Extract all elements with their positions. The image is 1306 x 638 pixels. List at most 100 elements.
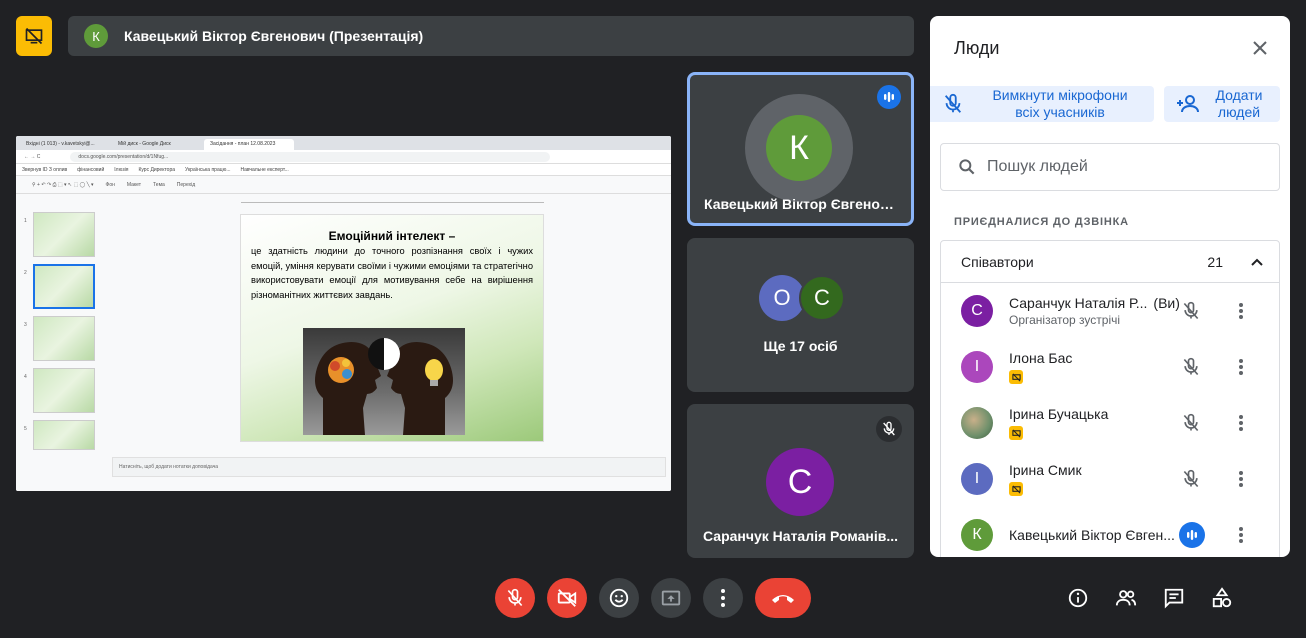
more-options-icon[interactable]: [1229, 355, 1253, 379]
avatar: К: [84, 24, 108, 48]
mic-off-icon: [876, 416, 902, 442]
hang-up-button[interactable]: [755, 578, 811, 618]
participant-info: Саранчук Наталія Р... (Ви) Організатор зу…: [1009, 295, 1184, 327]
add-person-icon: [1176, 92, 1200, 116]
info-icon[interactable]: [1066, 586, 1090, 610]
slide-thumbnail-selected: [33, 264, 95, 309]
participant-name: Кавецький Віктор Євгенов...: [704, 196, 901, 212]
search-icon: [957, 157, 977, 177]
participant-tile-speaker[interactable]: К Кавецький Віктор Євгенов...: [687, 72, 914, 226]
more-options-icon: [721, 589, 725, 607]
slides-editor: 1 2 3 4 5 Емоційний інтелект – це здатні…: [16, 194, 671, 491]
add-people-button[interactable]: Додати людей: [1164, 86, 1280, 122]
participant-tile-group[interactable]: О С Ще 17 осіб: [687, 238, 914, 392]
emoji-icon: [608, 587, 630, 609]
toolbar-icons: ⚲ + ↶ ↷ ⎙ ⬚ ▾ ↖ ⬚ ◯ ╲ ▾: [32, 181, 94, 188]
toolbar-item: Фон: [105, 181, 115, 188]
group-count: 21: [1207, 253, 1223, 270]
participant-name: Саранчук Наталія Романів...: [703, 528, 898, 544]
speaker-notes: Натисніть, щоб додати нотатки доповідача: [112, 457, 666, 477]
camera-toggle-button[interactable]: [547, 578, 587, 618]
slide-thumbnail: [33, 316, 95, 361]
mic-off-icon: [505, 588, 525, 608]
slide-text: це здатність людини до точного розпізнан…: [251, 246, 533, 300]
more-options-icon[interactable]: [1229, 411, 1253, 435]
browser-tab: Мій диск - Google Диск: [118, 141, 171, 147]
avatar: К: [766, 115, 832, 181]
participant-name: Кавецький Віктор Євген...: [1009, 527, 1175, 543]
more-options-button[interactable]: [703, 578, 743, 618]
ruler: [241, 198, 544, 203]
avatar: І: [961, 463, 993, 495]
activities-icon[interactable]: [1210, 586, 1234, 610]
close-icon[interactable]: [1248, 36, 1272, 60]
avatar-photo: [961, 407, 993, 439]
participant-info: Ірина Смик: [1009, 462, 1184, 496]
more-options-icon[interactable]: [1229, 467, 1253, 491]
slide-thumbnail: [33, 212, 95, 257]
chevron-up-icon[interactable]: [1249, 254, 1265, 270]
toolbar-item: Перехід: [176, 181, 196, 188]
bookmark: Навчальне експерт...: [240, 166, 289, 173]
thumb-number: 3: [24, 322, 27, 328]
presenting-icon: [1009, 426, 1023, 440]
participant-name: Ірина Бучацька: [1009, 406, 1109, 422]
avatar: С: [961, 295, 993, 327]
more-options-icon[interactable]: [1229, 299, 1253, 323]
participant-row[interactable]: І Ілона Бас: [941, 339, 1279, 395]
slide-thumbnails: 1 2 3 4 5: [16, 194, 104, 454]
slide-thumbnail: [33, 368, 95, 413]
browser-tab-active: Засідання - план 12.08.2023: [204, 139, 294, 150]
group-label: Співавтори: [961, 253, 1034, 270]
participant-name: Ілона Бас: [1009, 350, 1073, 366]
presenting-icon: [1009, 482, 1023, 496]
present-screen-icon: [660, 587, 682, 609]
you-label: (Ви): [1153, 295, 1180, 311]
bookmark: Ілюзія: [114, 166, 129, 173]
slide-title: Емоційний інтелект –: [328, 229, 456, 243]
avatar: С: [799, 275, 845, 321]
avatar: І: [961, 351, 993, 383]
more-options-icon[interactable]: [1229, 523, 1253, 547]
panel-title: Люди: [954, 38, 1000, 58]
participant-row[interactable]: І Ірина Смик: [941, 451, 1279, 507]
nav-arrows-icon: ← → C: [24, 153, 41, 160]
search-input[interactable]: Пошук людей: [940, 143, 1280, 191]
shared-screen: Вхідні (1 013) - v.kavetskyi@... Мій дис…: [16, 136, 671, 491]
slide-image: [303, 328, 465, 435]
participant-row[interactable]: К Кавецький Віктор Євген...: [941, 507, 1279, 557]
participant-name: Ірина Смик: [1009, 462, 1082, 478]
bookmark: Українська працю...: [185, 166, 231, 173]
present-screen-button[interactable]: [651, 578, 691, 618]
browser-tab: Вхідні (1 013) - v.kavetskyi@...: [26, 141, 95, 147]
mic-toggle-button[interactable]: [495, 578, 535, 618]
browser-bookmarks: Звернув ID З оплив фінансовий Ілюзія Кур…: [16, 164, 671, 176]
emoji-button[interactable]: [599, 578, 639, 618]
chat-icon[interactable]: [1162, 586, 1186, 610]
mic-off-icon: [942, 93, 966, 115]
group-header[interactable]: Співавтори 21: [941, 241, 1279, 283]
participant-info: Ілона Бас: [1009, 350, 1184, 384]
participant-tile[interactable]: С Саранчук Наталія Романів...: [687, 404, 914, 558]
avatar: С: [766, 448, 834, 516]
thumb-number: 1: [24, 218, 27, 224]
slides-toolbar: ⚲ + ↶ ↷ ⎙ ⬚ ▾ ↖ ⬚ ◯ ╲ ▾ Фон Макет Тема П…: [16, 176, 671, 194]
presentation-indicator-icon[interactable]: [16, 16, 52, 56]
add-people-label: Додати людей: [1215, 87, 1263, 120]
mic-off-icon: [1179, 411, 1203, 435]
mute-all-button[interactable]: Вимкнути мікрофони всіх учасників: [930, 86, 1154, 122]
speaking-indicator-icon: [877, 85, 901, 109]
thumb-number: 5: [24, 426, 27, 432]
mic-off-icon: [1179, 467, 1203, 491]
browser-url: docs.google.com/presentation/d/1Nfug...: [70, 151, 551, 162]
participant-row[interactable]: С Саранчук Наталія Р... (Ви) Організатор …: [941, 283, 1279, 339]
camera-off-icon: [556, 587, 578, 609]
presenter-title-bar: К Кавецький Віктор Євгенович (Презентаці…: [68, 16, 914, 56]
toolbar-item: Макет: [126, 181, 142, 188]
participant-info: Ірина Бучацька: [1009, 406, 1184, 440]
presenter-title: Кавецький Віктор Євгенович (Презентація): [124, 28, 424, 44]
people-icon[interactable]: [1114, 586, 1138, 610]
avatar: К: [961, 519, 993, 551]
slide: Емоційний інтелект – це здатність людини…: [240, 214, 544, 442]
participant-row[interactable]: Ірина Бучацька: [941, 395, 1279, 451]
